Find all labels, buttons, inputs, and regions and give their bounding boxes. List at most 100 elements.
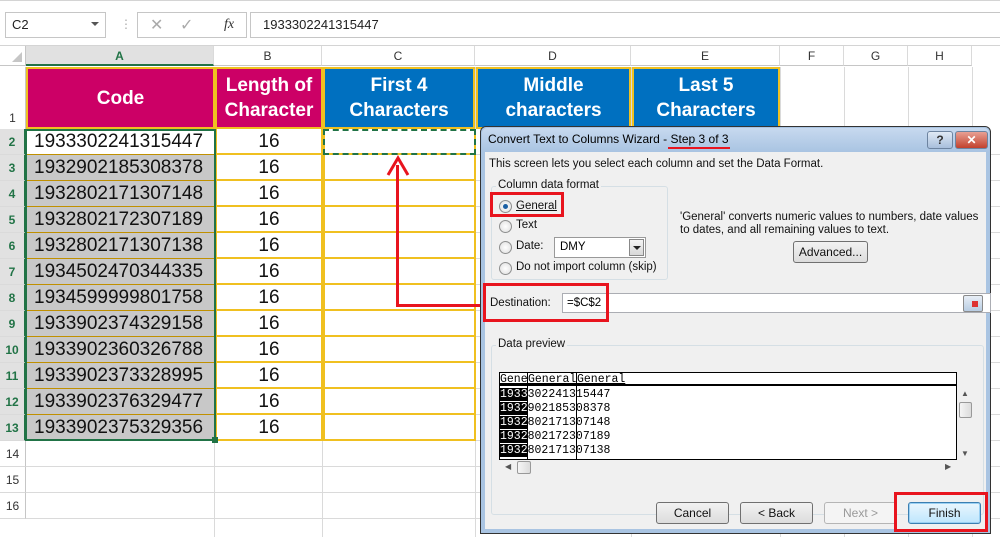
scroll-left-icon[interactable]: ◀ [505,462,511,471]
name-box-dropdown-icon[interactable] [91,22,99,26]
length-cell[interactable]: 16 [215,233,323,259]
radio-date[interactable] [499,241,512,254]
header-first-4[interactable]: First 4 Characters [323,67,475,129]
preview-cell-col3: 315447 [569,388,611,401]
column-a-selection [25,129,216,441]
column-header-a[interactable]: A [26,46,214,66]
chevron-down-icon[interactable] [629,239,644,256]
row-header-9[interactable]: 9 [0,311,26,337]
vertical-scroll-thumb[interactable] [959,402,972,418]
confirm-entry-icon[interactable]: ✓ [180,15,193,35]
horizontal-scroll-thumb[interactable] [517,461,531,474]
radio-date-label[interactable]: Date: [516,240,544,252]
cancel-entry-icon[interactable]: ✕ [150,15,163,35]
scroll-up-icon[interactable]: ▲ [961,389,969,398]
first-4-cell[interactable] [323,415,476,441]
column-header-b[interactable]: B [214,46,322,66]
preview-horizontal-scrollbar[interactable]: ◀ ▶ [499,460,957,475]
scroll-down-icon[interactable]: ▼ [961,449,969,458]
first-4-cell[interactable] [323,285,476,311]
row-header-7[interactable]: 7 [0,259,26,285]
row-header-8[interactable]: 8 [0,285,26,311]
first-4-cell[interactable] [323,207,476,233]
preview-cell-col1: 1932 [500,444,528,457]
row-header-11[interactable]: 11 [0,363,26,389]
length-cell[interactable]: 16 [215,285,323,311]
row-header-15[interactable]: 15 [0,467,26,493]
column-header-c[interactable]: C [322,46,475,66]
preview-header-1[interactable]: Gene [500,373,528,386]
length-cell[interactable]: 16 [215,389,323,415]
row-header-10[interactable]: 10 [0,337,26,363]
first-4-cell[interactable] [323,389,476,415]
close-button[interactable]: ✕ [955,131,988,149]
collapse-dialog-icon[interactable] [963,295,983,312]
row-header-1[interactable]: 1 [0,67,26,130]
length-cell[interactable]: 16 [215,311,323,337]
row-header-6[interactable]: 6 [0,233,26,259]
row-header-2[interactable]: 2 [0,129,26,155]
row-header-4[interactable]: 4 [0,181,26,207]
row-header-14[interactable]: 14 [0,441,26,467]
column-header-e[interactable]: E [631,46,780,66]
radio-skip[interactable] [499,262,512,275]
first-4-cell[interactable] [323,259,476,285]
destination-input[interactable]: =$C$2 [562,293,991,313]
fill-handle[interactable] [212,437,218,443]
radio-text-label[interactable]: Text [516,219,537,231]
preview-header-2[interactable]: General [528,373,576,386]
back-button[interactable]: < Back [740,502,813,524]
row-header-16[interactable]: 16 [0,493,26,519]
data-preview-label: Data preview [496,338,568,350]
preview-cell-col1: 1932 [500,402,528,415]
preview-vertical-scrollbar[interactable]: ▲ ▼ [957,387,974,460]
next-button[interactable]: Next > [824,502,897,524]
first-4-cell[interactable] [323,233,476,259]
cancel-button[interactable]: Cancel [656,502,729,524]
header-last-5[interactable]: Last 5 Characters [632,67,780,129]
select-all-corner[interactable] [0,46,26,66]
preview-header-3[interactable]: General [577,373,625,386]
row-header-12[interactable]: 12 [0,389,26,415]
length-cell[interactable]: 16 [215,415,323,441]
first-4-cell[interactable] [323,181,476,207]
column-header-f[interactable]: F [780,46,844,66]
scroll-right-icon[interactable]: ▶ [945,462,951,471]
header-code[interactable]: Code [26,67,215,129]
preview-row: 1932902185308378 [500,402,610,416]
finish-highlight-annotation [894,492,988,532]
length-cell[interactable]: 16 [215,181,323,207]
length-cell[interactable]: 16 [215,259,323,285]
formula-input[interactable]: 1933302241315447 [250,12,1000,38]
row-header-3[interactable]: 3 [0,155,26,181]
length-cell[interactable]: 16 [215,207,323,233]
first-4-cell[interactable] [323,363,476,389]
column-header-h[interactable]: H [908,46,972,66]
column-header-g[interactable]: G [844,46,908,66]
dialog-intro-text: This screen lets you select each column … [489,158,824,170]
radio-skip-label[interactable]: Do not import column (skip) [516,261,657,273]
header-middle[interactable]: Middle characters [476,67,631,129]
insert-function-icon[interactable]: fx [224,17,234,33]
length-cell[interactable]: 16 [215,129,323,155]
row-header-13[interactable]: 13 [0,415,26,441]
radio-text[interactable] [499,220,512,233]
length-cell[interactable]: 16 [215,337,323,363]
length-cell[interactable]: 16 [215,155,323,181]
name-box[interactable]: C2 [5,12,106,38]
row-header-5[interactable]: 5 [0,207,26,233]
date-format-select[interactable]: DMY [554,237,646,258]
preview-row: 1932802171307148 [500,416,610,430]
name-box-value: C2 [12,17,29,32]
help-button[interactable]: ? [927,131,953,149]
data-preview-table[interactable]: Gene General General 1933302241315447 193… [499,372,957,460]
dialog-title-bar[interactable]: Convert Text to Columns Wizard - Step 3 … [482,128,989,152]
length-cell[interactable]: 16 [215,363,323,389]
first-4-cell[interactable] [323,311,476,337]
header-length[interactable]: Length of Character [215,67,323,129]
column-header-d[interactable]: D [475,46,631,66]
first-4-cell[interactable] [323,337,476,363]
preview-cell-col2: 302241 [527,388,570,401]
advanced-button[interactable]: Advanced... [793,241,868,263]
preview-cell-col2: 902185 [527,402,570,415]
